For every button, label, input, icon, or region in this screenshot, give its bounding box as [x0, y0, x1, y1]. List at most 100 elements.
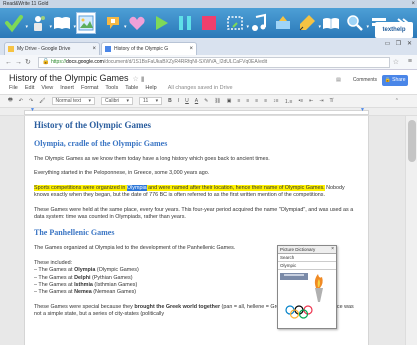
rw-title-bar: Read&Write 11 Gold × [0, 0, 417, 8]
redo-icon[interactable]: ↷ [29, 98, 33, 104]
picture-dictionary-icon[interactable] [76, 12, 96, 34]
italic-icon[interactable]: I [178, 98, 179, 104]
close-window-icon[interactable]: ✕ [404, 40, 415, 48]
check-icon[interactable]: ▾ [4, 12, 28, 34]
collapse-icon[interactable]: ⌃ [395, 98, 399, 104]
torch-image[interactable] [314, 274, 323, 302]
olympic-rings-image[interactable] [285, 305, 313, 319]
play-icon[interactable] [151, 12, 171, 34]
menu-format[interactable]: Format [81, 85, 98, 91]
dictionary-icon[interactable]: ▾ [52, 12, 76, 34]
indent-increase-icon[interactable]: ⇥ [319, 98, 323, 104]
underline-icon[interactable]: U [185, 98, 189, 104]
pause-icon[interactable] [175, 12, 195, 34]
browser-menu-icon[interactable]: ≡ [408, 58, 412, 65]
highlighted-text: Sports competitions were organized in [34, 184, 127, 191]
comments-button[interactable]: ▤ Comments [336, 77, 377, 83]
highlighter-icon[interactable]: ▾ [297, 12, 321, 34]
document-workspace: History of the Olympic Games Olympia, cr… [0, 116, 417, 345]
rw-close-button[interactable]: × [411, 0, 415, 8]
close-tab-icon[interactable]: × [92, 43, 96, 55]
scrollbar-thumb[interactable] [408, 120, 416, 162]
minimize-icon[interactable]: ▭ [382, 40, 393, 48]
undo-icon[interactable]: ↶ [19, 98, 23, 104]
paragraph: The Olympic Games as we know them today … [34, 156, 270, 162]
share-button[interactable]: 🔒 Share [382, 75, 408, 86]
menu-tools[interactable]: Tools [105, 85, 118, 91]
browser-tab-strip: My Drive - Google Drive × History of the… [0, 38, 417, 55]
menu-help[interactable]: Help [145, 85, 156, 91]
close-icon[interactable]: × [331, 246, 334, 252]
align-left-icon[interactable]: ≡ [237, 98, 240, 104]
indent-marker-icon[interactable]: ▼ [30, 108, 35, 113]
menu-edit[interactable]: Edit [25, 85, 34, 91]
heart-icon[interactable] [127, 12, 147, 34]
ruler-track [24, 110, 369, 115]
talking-dictionary-icon[interactable]: ▾ [103, 12, 127, 34]
numbered-list-icon[interactable]: ⒈≡ [285, 98, 293, 105]
heading-olympia: Olympia, cradle of the Olympic Games [34, 139, 168, 148]
comment-icon: ▤ [336, 77, 341, 83]
star-icon[interactable]: ☆ ▮ [133, 76, 145, 83]
close-tab-icon[interactable]: × [189, 43, 193, 55]
bookmark-star-icon[interactable]: ☆ [393, 58, 399, 66]
menu-table[interactable]: Table [125, 85, 138, 91]
font-select[interactable]: Calibri ▾ [100, 97, 134, 105]
highlight-color-icon[interactable]: ✎ [204, 98, 208, 104]
line-spacing-icon[interactable]: ↕≡ [273, 98, 278, 104]
url-input[interactable]: 🔒 https://docs.google.com/document/d/1S1… [38, 57, 390, 68]
picture-dictionary-word: Olympic [278, 262, 336, 270]
doc-title[interactable]: History of the Olympic Games ☆ ▮ [9, 73, 145, 83]
paint-format-icon[interactable]: 🖌 [39, 98, 45, 104]
align-center-icon[interactable]: ≡ [246, 98, 249, 104]
bulleted-list-icon[interactable]: •≡ [298, 98, 303, 104]
back-icon[interactable]: ← [5, 58, 12, 67]
forward-icon[interactable]: → [15, 58, 22, 67]
menu-view[interactable]: View [41, 85, 53, 91]
scan-icon[interactable] [273, 12, 293, 34]
vertical-scrollbar[interactable] [405, 116, 417, 345]
menu-insert[interactable]: Insert [60, 85, 74, 91]
collect-highlights-icon[interactable] [321, 12, 341, 34]
rw-title: Read&Write 11 Gold [3, 1, 49, 7]
link-icon[interactable]: ⛓ [214, 98, 220, 104]
search-icon[interactable]: ▾ [345, 12, 369, 34]
menu-file[interactable]: File [9, 85, 18, 91]
rw-toolbar: ▾ ▾ ▾ ▾ ▾ ▾ ▾ texthelp [0, 8, 417, 38]
ruler: ▼ ▼ [0, 108, 417, 116]
picture-dictionary-panel: Picture Dictionary × Search Olympic [277, 245, 337, 329]
print-icon[interactable]: 🖶 [8, 97, 13, 105]
clear-formatting-icon[interactable]: T̸ [330, 98, 333, 104]
olympic-flame-image[interactable] [280, 273, 308, 280]
docs-menu-bar: File Edit View Insert Format Tools Table… [9, 85, 233, 91]
format-toolbar: 🖶 ↶ ↷ 🖌 Normal text ▾ Calibri ▾ 11 ▾ B I… [0, 94, 417, 108]
stop-icon[interactable] [199, 12, 219, 34]
paragraph: Everything started in the Peloponnese, i… [34, 170, 210, 177]
audio-maker-icon[interactable] [249, 12, 269, 34]
text-color-icon[interactable]: A [195, 98, 198, 104]
picture-dictionary-images [278, 270, 336, 325]
lock-icon: 🔒 [384, 77, 393, 83]
reload-icon[interactable]: ↻ [25, 58, 31, 67]
maximize-icon[interactable]: ❐ [393, 40, 404, 48]
selected-word: Olympia [126, 184, 147, 191]
picture-dictionary-title: Picture Dictionary × [278, 246, 336, 254]
comment-add-icon[interactable]: ▣ [227, 98, 232, 104]
right-margin-marker-icon[interactable]: ▼ [360, 108, 365, 113]
lock-icon: 🔒 [42, 59, 50, 65]
bold-icon[interactable]: B [168, 98, 172, 104]
align-right-icon[interactable]: ≡ [255, 98, 258, 104]
font-size-select[interactable]: 11 ▾ [139, 97, 163, 105]
screenshot-reader-icon[interactable]: ▾ [225, 12, 249, 34]
align-justify-icon[interactable]: ≡ [264, 98, 267, 104]
docs-icon [105, 46, 111, 52]
tab-my-drive[interactable]: My Drive - Google Drive × [4, 42, 100, 55]
word-prediction-icon[interactable]: ▾ [28, 12, 52, 34]
picture-dictionary-search[interactable]: Search [278, 254, 336, 262]
window-controls: ▭ ❐ ✕ [382, 40, 415, 48]
style-select[interactable]: Normal text ▾ [51, 97, 95, 105]
highlighted-text: and were named after their location, hen… [146, 184, 325, 191]
indent-decrease-icon[interactable]: ⇤ [309, 98, 313, 104]
tab-history-doc[interactable]: History of the Olympic G × [101, 42, 197, 55]
texthelp-logo: texthelp [375, 22, 413, 38]
